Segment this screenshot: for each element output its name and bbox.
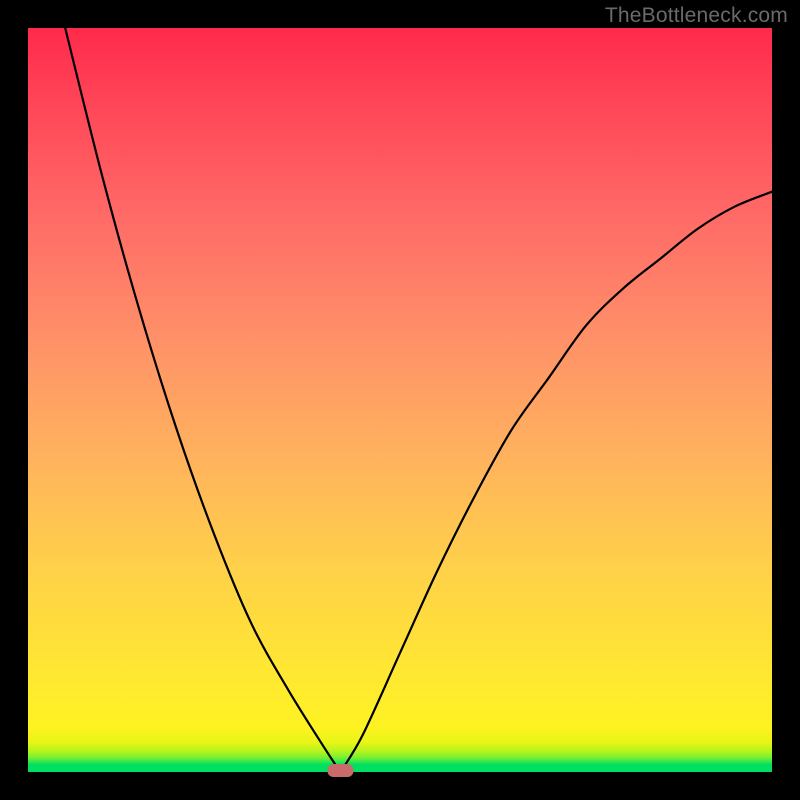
bottleneck-chart — [0, 0, 800, 800]
chart-frame: TheBottleneck.com — [0, 0, 800, 800]
watermark-text: TheBottleneck.com — [605, 4, 788, 28]
plot-background — [28, 28, 772, 772]
minimum-marker — [327, 764, 353, 777]
